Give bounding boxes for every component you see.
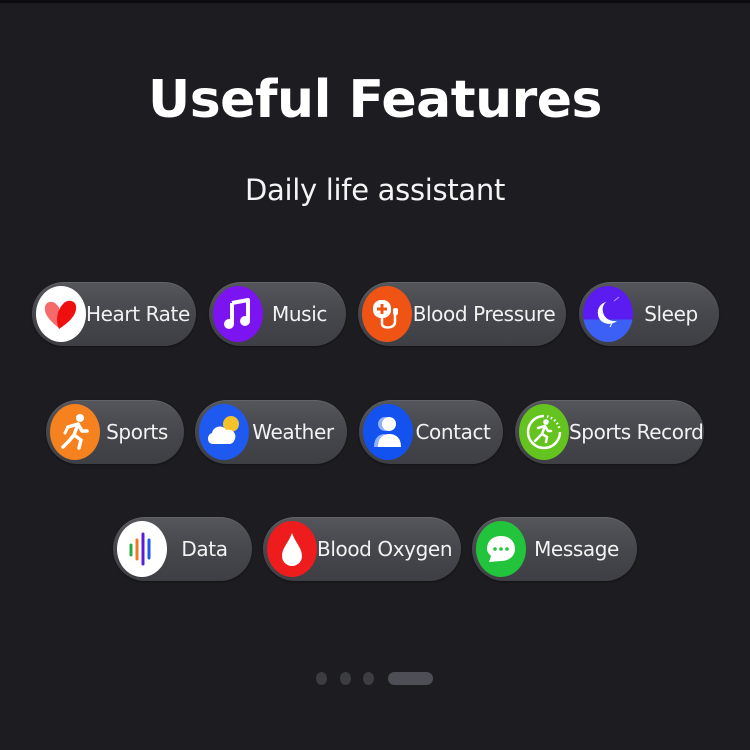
page-dot-2[interactable] [340,672,351,685]
feature-label: Heart Rate [86,302,190,326]
feature-label: Sports Record [569,420,704,444]
feature-message[interactable]: Message [472,517,637,581]
feature-contact[interactable]: Contact [359,400,503,464]
blood-drop-icon [267,521,317,577]
blood-pressure-icon [362,286,412,342]
feature-sleep[interactable]: Sleep [579,282,719,346]
feature-label: Data [181,537,228,561]
feature-data[interactable]: Data [113,517,252,581]
feature-label: Music [272,302,327,326]
feature-label: Contact [415,420,491,444]
running-icon [50,404,100,460]
top-edge-divider [0,0,750,3]
feature-sports[interactable]: Sports [46,400,184,464]
feature-music[interactable]: Music [209,282,346,346]
feature-sports-record[interactable]: Sports Record [515,400,704,464]
cloud-sun-icon [199,404,249,460]
feature-label: Sleep [644,302,698,326]
bar-data-icon [117,521,167,577]
page-indicator [0,672,750,686]
heart-icon [36,286,86,342]
feature-label: Message [534,537,619,561]
chat-bubble-icon [476,521,526,577]
page-dot-3[interactable] [363,672,374,685]
page-dot-4-active[interactable] [388,672,433,685]
feature-label: Sports [106,420,168,444]
page-subtitle: Daily life assistant [244,173,506,207]
page-dot-1[interactable] [316,672,327,685]
page-title: Useful Features [147,70,603,130]
feature-blood-oxygen[interactable]: Blood Oxygen [263,517,461,581]
feature-weather[interactable]: Weather [195,400,347,464]
music-note-icon [213,286,263,342]
person-icon [363,404,413,460]
moon-icon [583,286,633,342]
feature-label: Blood Pressure [412,302,556,326]
feature-heart-rate[interactable]: Heart Rate [32,282,196,346]
feature-blood-pressure[interactable]: Blood Pressure [358,282,566,346]
feature-label: Blood Oxygen [317,537,453,561]
sports-record-icon [519,404,569,460]
feature-label: Weather [252,420,334,444]
